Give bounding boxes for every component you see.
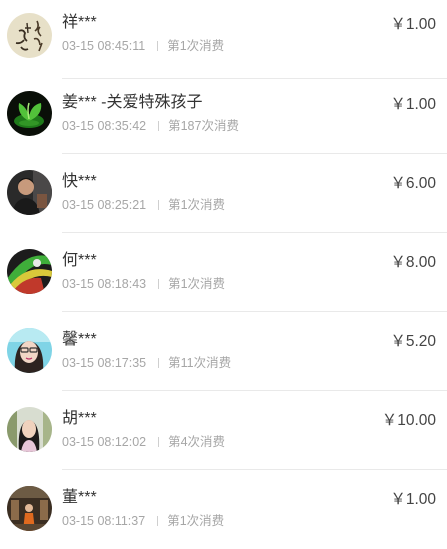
record-time: 03-15 08:17:35 [62,356,147,370]
record-count: 第1次消费 [168,198,226,212]
avatar[interactable] [7,486,52,531]
meta-divider [158,437,160,447]
meta-divider [158,358,160,368]
list-item[interactable]: 祥*** 03-15 08:45:11 第1次消费 ￥1.00 [0,0,447,79]
record-time: 03-15 08:18:43 [62,277,147,291]
donor-name: 何*** [62,252,97,269]
record-count: 第187次消费 [168,119,239,133]
record-meta: 03-15 08:35:42 第187次消费 [62,118,239,134]
record-meta: 03-15 08:45:11 第1次消费 [62,38,224,54]
record-count: 第4次消费 [168,435,226,449]
avatar[interactable] [7,249,52,294]
list-item[interactable]: 快*** 03-15 08:25:21 第1次消费 ￥6.00 [0,154,447,233]
record-amount: ￥1.00 [390,96,436,113]
record-amount: ￥8.00 [390,254,436,271]
donor-name: 姜*** -关爱特殊孩子 [62,94,203,111]
avatar[interactable] [7,13,52,58]
avatar[interactable] [7,328,52,373]
record-time: 03-15 08:11:37 [62,514,146,528]
avatar[interactable] [7,407,52,452]
list-item[interactable]: 胡*** 03-15 08:12:02 第4次消费 ￥10.00 [0,391,447,470]
meta-divider [158,121,160,131]
purchase-record-list: 祥*** 03-15 08:45:11 第1次消费 ￥1.00 姜*** -关爱特… [0,0,447,540]
record-meta: 03-15 08:12:02 第4次消费 [62,434,225,450]
record-amount: ￥10.00 [381,412,436,429]
donor-name: 祥*** [62,14,97,31]
record-count: 第1次消费 [167,514,225,528]
donor-name: 董*** [62,489,97,506]
record-meta: 03-15 08:17:35 第11次消费 [62,355,231,371]
list-item[interactable]: 董*** 03-15 08:11:37 第1次消费 ￥1.00 [0,470,447,549]
record-amount: ￥1.00 [390,16,436,33]
record-time: 03-15 08:45:11 [62,39,146,53]
meta-divider [158,200,160,210]
list-item[interactable]: 姜*** -关爱特殊孩子 03-15 08:35:42 第187次消费 ￥1.00 [0,75,447,154]
record-meta: 03-15 08:25:21 第1次消费 [62,197,225,213]
record-time: 03-15 08:12:02 [62,435,147,449]
avatar[interactable] [7,170,52,215]
meta-divider [157,516,159,526]
record-count: 第1次消费 [167,39,225,53]
donor-name: 胡*** [62,410,97,427]
donor-name: 快*** [62,173,97,190]
record-amount: ￥5.20 [390,333,436,350]
donor-name: 馨*** [62,331,97,348]
record-meta: 03-15 08:18:43 第1次消费 [62,276,225,292]
record-time: 03-15 08:35:42 [62,119,147,133]
record-count: 第11次消费 [168,356,232,370]
list-item[interactable]: 馨*** 03-15 08:17:35 第11次消费 ￥5.20 [0,312,447,391]
avatar[interactable] [7,91,52,136]
meta-divider [157,41,159,51]
record-meta: 03-15 08:11:37 第1次消费 [62,513,224,529]
meta-divider [158,279,160,289]
list-item[interactable]: 何*** 03-15 08:18:43 第1次消费 ￥8.00 [0,233,447,312]
record-amount: ￥6.00 [390,175,436,192]
record-time: 03-15 08:25:21 [62,198,147,212]
record-count: 第1次消费 [168,277,226,291]
record-amount: ￥1.00 [390,491,436,508]
